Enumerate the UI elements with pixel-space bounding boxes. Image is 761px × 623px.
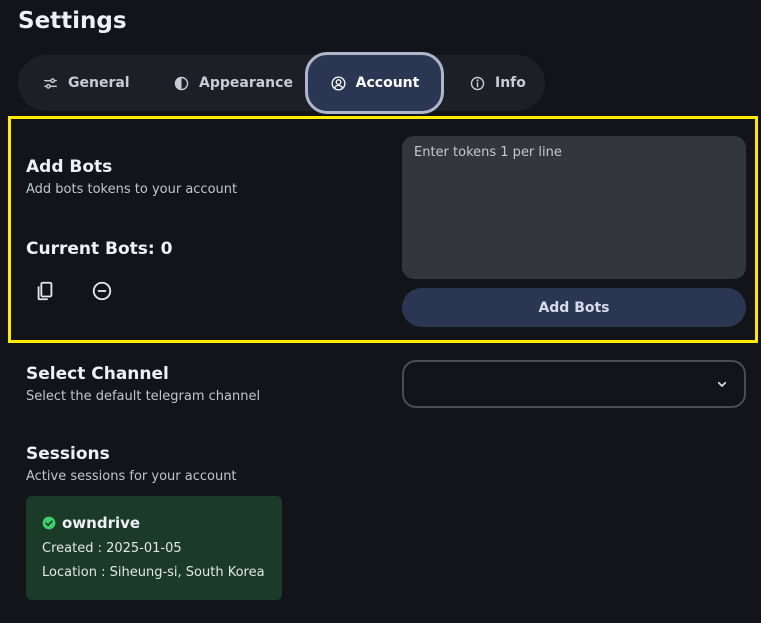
- channel-select[interactable]: [402, 360, 746, 408]
- add-bots-title: Add Bots: [26, 157, 113, 177]
- sessions-subtitle: Active sessions for your account: [26, 469, 237, 484]
- tab-appearance[interactable]: Appearance: [173, 55, 293, 111]
- contrast-icon: [174, 76, 189, 90]
- bot-tokens-input[interactable]: [402, 136, 746, 279]
- info-icon: [470, 76, 485, 90]
- session-name-row: owndrive: [42, 514, 140, 532]
- select-channel-subtitle: Select the default telegram channel: [26, 389, 261, 404]
- tab-general-label: General: [68, 75, 130, 91]
- current-bots-count: Current Bots: 0: [26, 239, 173, 259]
- page-title: Settings: [18, 8, 127, 34]
- sessions-title: Sessions: [26, 444, 110, 464]
- add-bots-subtitle: Add bots tokens to your account: [26, 182, 238, 197]
- check-circle-icon: [42, 516, 56, 530]
- tab-account-label: Account: [355, 75, 420, 91]
- session-created: Created : 2025-01-05: [42, 541, 182, 556]
- tab-appearance-label: Appearance: [199, 75, 293, 91]
- user-circle-icon: [331, 75, 346, 91]
- remove-bots-button[interactable]: [88, 277, 116, 305]
- add-bots-button[interactable]: Add Bots: [402, 288, 746, 327]
- chevron-down-icon: [717, 381, 727, 387]
- session-card[interactable]: owndrive Created : 2025-01-05 Location :…: [26, 496, 282, 600]
- copy-bots-button[interactable]: [31, 277, 59, 305]
- tab-account[interactable]: Account: [305, 52, 444, 114]
- settings-tab-bar: General Appearance Account Info: [18, 52, 545, 114]
- session-location: Location : Siheung-si, South Korea: [42, 565, 265, 580]
- tab-info[interactable]: Info: [469, 55, 526, 111]
- tab-info-label: Info: [495, 75, 526, 91]
- session-name: owndrive: [62, 514, 141, 532]
- select-channel-title: Select Channel: [26, 364, 169, 384]
- remove-icon: [92, 281, 112, 301]
- tab-general[interactable]: General: [42, 55, 130, 111]
- sliders-icon: [44, 77, 57, 89]
- copy-icon: [37, 281, 53, 301]
